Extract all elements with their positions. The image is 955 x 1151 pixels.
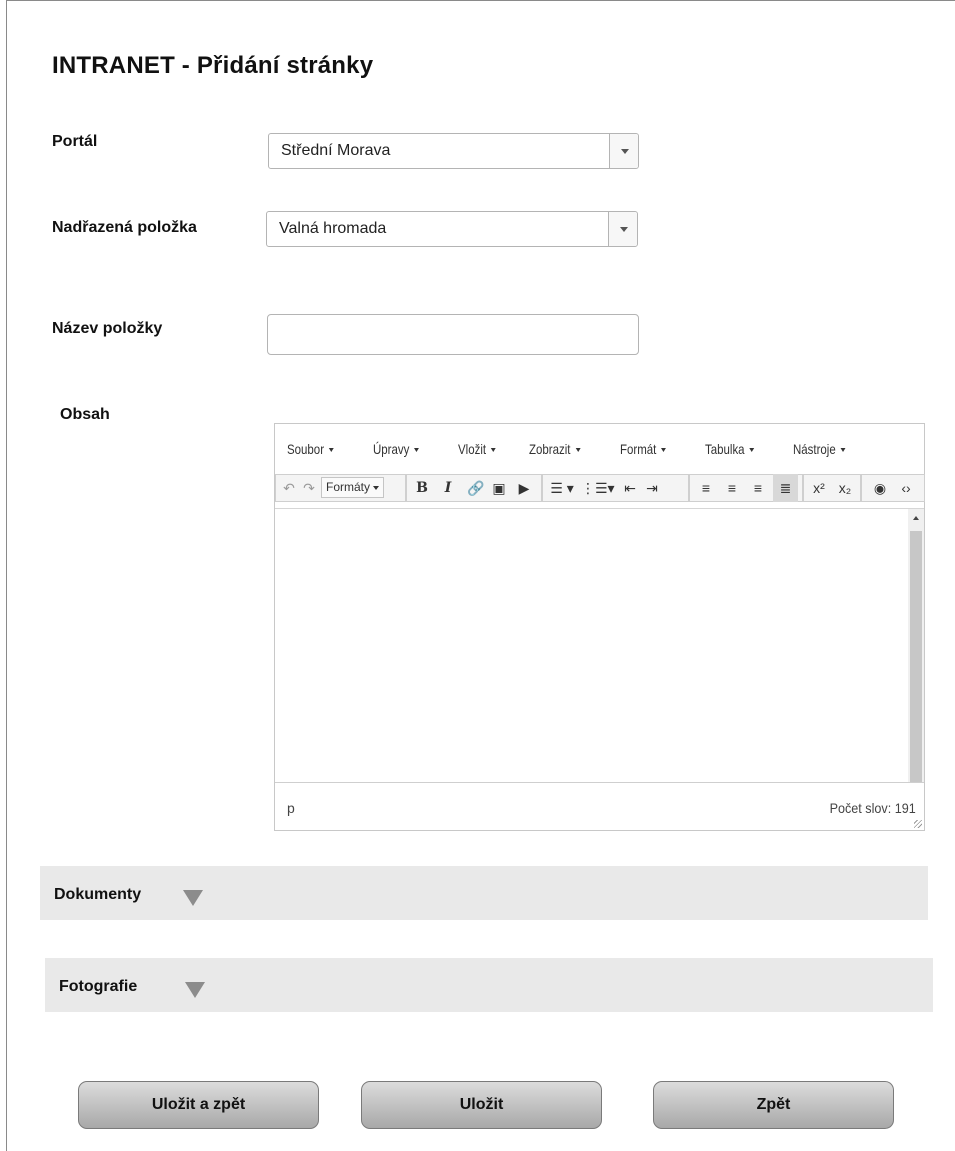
superscript-icon[interactable]: x² xyxy=(807,474,831,502)
formats-label: Formáty xyxy=(326,480,371,494)
back-button[interactable]: Zpět xyxy=(653,1081,894,1129)
editor-scrollbar[interactable] xyxy=(908,508,924,782)
subscript-icon[interactable]: x₂ xyxy=(833,474,857,502)
menu-label: Soubor xyxy=(287,441,325,457)
redo-icon[interactable]: ↷ xyxy=(299,474,319,502)
image-icon[interactable]: ▣ xyxy=(488,474,510,502)
caret-down-icon xyxy=(661,448,667,453)
parent-select-value: Valná hromada xyxy=(279,220,387,237)
scroll-up-icon[interactable] xyxy=(913,516,919,520)
page-title: INTRANET - Přidání stránky xyxy=(52,52,374,79)
menu-format[interactable]: Formát xyxy=(620,441,667,457)
align-center-icon[interactable]: ≡ xyxy=(721,474,743,502)
editor-menubar: Soubor Úpravy Vložit Zobrazit Formát Tab… xyxy=(275,424,924,474)
menu-upravy[interactable]: Úpravy xyxy=(373,441,420,457)
content-label: Obsah xyxy=(60,406,110,423)
formats-dropdown[interactable]: Formáty xyxy=(321,477,385,498)
portal-select-value: Střední Morava xyxy=(281,142,391,159)
item-name-label: Název položky xyxy=(52,320,163,337)
portal-select[interactable]: Střední Morava xyxy=(268,133,639,169)
menu-label: Zobrazit xyxy=(529,441,571,457)
parent-select[interactable]: Valná hromada xyxy=(266,211,638,247)
documents-section-label: Dokumenty xyxy=(54,886,142,903)
expand-triangle-icon[interactable] xyxy=(183,890,203,906)
menu-label: Úpravy xyxy=(373,441,410,457)
italic-icon[interactable]: I xyxy=(437,474,459,502)
save-button[interactable]: Uložit xyxy=(361,1081,602,1129)
indent-icon[interactable]: ⇥ xyxy=(641,474,663,502)
portal-label: Portál xyxy=(52,133,98,150)
editor-toolbar: ↶ ↷ Formáty B I 🔗 ▣ ▶ ☰ ▾ ⋮☰▾ ⇤ ⇥ ≡ ≡ ≡ … xyxy=(275,474,925,506)
caret-down-icon xyxy=(373,485,380,490)
editor-content-area[interactable] xyxy=(275,508,908,782)
word-count: Počet slov: 191 xyxy=(829,800,916,816)
menu-nastroje[interactable]: Nástroje xyxy=(793,441,846,457)
bold-icon[interactable]: B xyxy=(411,474,433,502)
media-icon[interactable]: ▶ xyxy=(513,474,535,502)
caret-down-icon xyxy=(414,448,420,453)
expand-triangle-icon[interactable] xyxy=(185,982,205,998)
photos-section[interactable]: Fotografie xyxy=(45,958,933,1012)
parent-label: Nadřazená položka xyxy=(52,219,197,236)
caret-down-icon xyxy=(490,448,496,453)
caret-down-icon xyxy=(749,448,755,453)
outdent-icon[interactable]: ⇤ xyxy=(619,474,641,502)
source-code-icon[interactable]: ‹› xyxy=(895,474,917,502)
align-left-icon[interactable]: ≡ xyxy=(695,474,717,502)
resize-grip-icon[interactable] xyxy=(914,820,922,828)
caret-down-icon xyxy=(840,448,846,453)
caret-down-icon xyxy=(328,448,334,453)
parent-dropdown-arrow[interactable] xyxy=(608,212,637,246)
link-icon[interactable]: 🔗 xyxy=(465,474,487,502)
preview-icon[interactable]: ◉ xyxy=(869,474,891,502)
rich-text-editor: Soubor Úpravy Vložit Zobrazit Formát Tab… xyxy=(274,423,925,831)
align-justify-icon[interactable]: ≣ xyxy=(773,474,798,502)
bullet-list-icon[interactable]: ☰ ▾ xyxy=(547,474,577,502)
caret-down-icon xyxy=(575,448,581,453)
portal-dropdown-arrow[interactable] xyxy=(609,134,638,168)
menu-soubor[interactable]: Soubor xyxy=(287,441,334,457)
align-right-icon[interactable]: ≡ xyxy=(747,474,769,502)
element-path[interactable]: p xyxy=(287,800,295,816)
menu-label: Tabulka xyxy=(705,441,745,457)
numbered-list-icon[interactable]: ⋮☰▾ xyxy=(581,474,615,502)
menu-zobrazit[interactable]: Zobrazit xyxy=(529,441,581,457)
item-name-input[interactable] xyxy=(267,314,639,355)
scrollbar-thumb[interactable] xyxy=(910,531,922,782)
chevron-down-icon xyxy=(620,227,628,232)
menu-tabulka[interactable]: Tabulka xyxy=(705,441,755,457)
menu-label: Nástroje xyxy=(793,441,836,457)
menu-vlozit[interactable]: Vložit xyxy=(458,441,496,457)
chevron-down-icon xyxy=(621,149,629,154)
documents-section[interactable]: Dokumenty xyxy=(40,866,928,920)
photos-section-label: Fotografie xyxy=(59,978,138,995)
save-and-back-button[interactable]: Uložit a zpět xyxy=(78,1081,319,1129)
editor-statusbar: p Počet slov: 191 xyxy=(275,782,924,830)
menu-label: Vložit xyxy=(458,441,487,457)
undo-icon[interactable]: ↶ xyxy=(279,474,299,502)
menu-label: Formát xyxy=(620,441,657,457)
